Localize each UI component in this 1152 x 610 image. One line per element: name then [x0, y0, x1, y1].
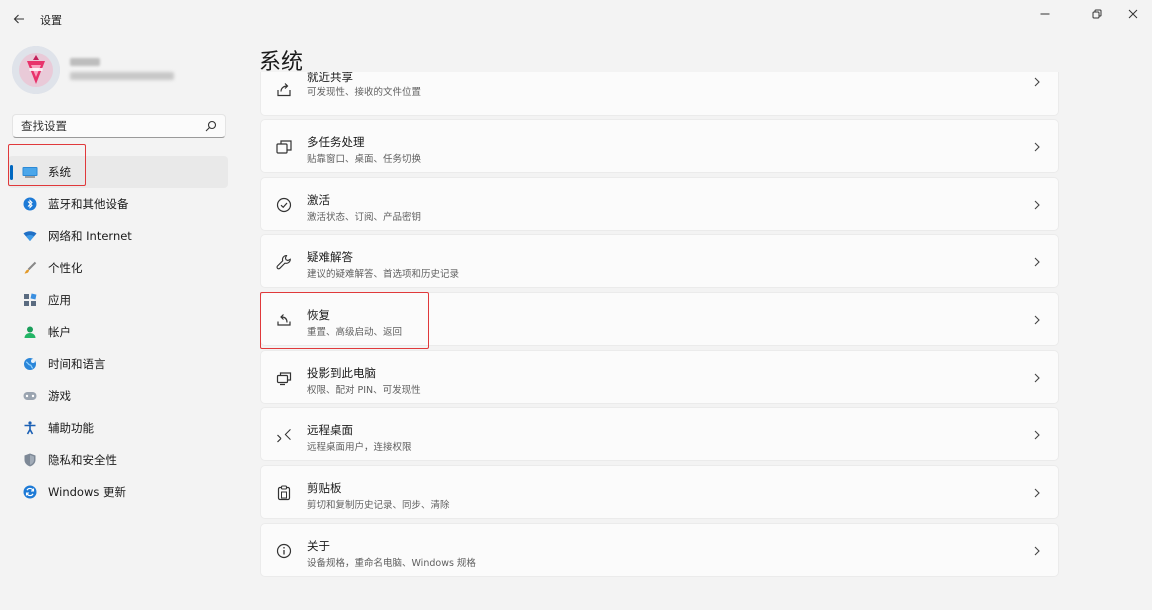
sidebar-item-label: 帐户 [48, 325, 71, 339]
sidebar-item-bluetooth[interactable]: 蓝牙和其他设备 [8, 188, 228, 220]
sidebar-item-personalization[interactable]: 个性化 [8, 252, 228, 284]
sidebar-item-accounts[interactable]: 帐户 [8, 316, 228, 348]
sidebar-item-label: 蓝牙和其他设备 [48, 197, 129, 211]
user-name-redacted [70, 58, 100, 66]
wifi-icon [22, 228, 38, 244]
card-troubleshoot[interactable]: 疑难解答 建议的疑难解答、首选项和历史记录 [260, 234, 1059, 288]
sidebar-item-label: 应用 [48, 293, 71, 307]
card-desc: 远程桌面用户，连接权限 [307, 442, 412, 453]
card-desc: 权限、配对 PIN、可发现性 [307, 385, 421, 396]
chevron-right-icon [1034, 546, 1040, 556]
chevron-right-icon [1034, 430, 1040, 440]
card-title: 剪贴板 [307, 481, 342, 495]
card-desc: 剪切和复制历史记录、同步、清除 [307, 500, 450, 511]
sidebar-item-network[interactable]: 网络和 Internet [8, 220, 228, 252]
update-icon [22, 484, 38, 500]
chevron-right-icon [1034, 77, 1040, 87]
recovery-icon [275, 311, 293, 329]
sidebar-item-label: 网络和 Internet [48, 229, 132, 243]
arrow-left-icon [13, 14, 24, 24]
card-desc: 重置、高级启动、返回 [307, 327, 403, 338]
search-icon [205, 120, 217, 132]
restore-icon [1092, 9, 1102, 19]
card-title: 恢复 [307, 308, 330, 322]
card-activation[interactable]: 激活 激活状态、订阅、产品密钥 [260, 177, 1059, 231]
bluetooth-icon [22, 196, 38, 212]
sidebar-item-system[interactable]: 系统 [8, 156, 228, 188]
check-circle-icon [275, 196, 293, 214]
chevron-right-icon [1034, 142, 1040, 152]
apps-icon [22, 292, 38, 308]
card-about[interactable]: 关于 设备规格，重命名电脑、Windows 规格 [260, 523, 1059, 577]
share-icon [275, 81, 293, 99]
back-button[interactable] [8, 8, 30, 30]
clipboard-icon [275, 484, 293, 502]
sidebar-item-accessibility[interactable]: 辅助功能 [8, 412, 228, 444]
info-icon [275, 542, 293, 560]
chevron-right-icon [1034, 373, 1040, 383]
chevron-right-icon [1034, 257, 1040, 267]
search-input[interactable] [21, 118, 201, 134]
title-bar: 设置 [0, 0, 1152, 38]
wrench-icon [275, 253, 293, 271]
user-profile[interactable] [12, 46, 232, 96]
card-desc: 可发现性、接收的文件位置 [307, 87, 422, 98]
sidebar-item-label: 时间和语言 [48, 357, 106, 371]
sidebar-item-label: 隐私和安全性 [48, 453, 117, 467]
search-box[interactable] [12, 114, 226, 138]
minimize-button[interactable] [1030, 4, 1060, 24]
card-remote-desktop[interactable]: 远程桌面 远程桌面用户，连接权限 [260, 407, 1059, 461]
sidebar-item-label: 系统 [48, 165, 71, 179]
app-title: 设置 [40, 14, 62, 27]
card-desc: 激活状态、订阅、产品密钥 [307, 212, 422, 223]
card-desc: 建议的疑难解答、首选项和历史记录 [307, 269, 460, 280]
sidebar-item-label: 个性化 [48, 261, 83, 275]
sidebar-item-label: 游戏 [48, 389, 71, 403]
system-icon [22, 164, 38, 180]
restore-button[interactable] [1082, 4, 1112, 24]
sidebar-item-time-language[interactable]: 时间和语言 [8, 348, 228, 380]
chevron-right-icon [1034, 200, 1040, 210]
chevron-right-icon [1034, 488, 1040, 498]
sidebar-item-apps[interactable]: 应用 [8, 284, 228, 316]
sidebar-item-windows-update[interactable]: Windows 更新 [8, 476, 228, 508]
card-clipboard[interactable]: 剪贴板 剪切和复制历史记录、同步、清除 [260, 465, 1059, 519]
sidebar-nav: 系统 蓝牙和其他设备 网络和 Internet 个性化 应用 帐户 时间和语言 … [8, 156, 228, 508]
brush-icon [22, 260, 38, 276]
account-icon [22, 324, 38, 340]
close-button[interactable] [1118, 4, 1148, 24]
sidebar-item-label: 辅助功能 [48, 421, 94, 435]
card-title: 远程桌面 [307, 423, 353, 437]
shield-icon [22, 452, 38, 468]
close-icon [1128, 9, 1138, 19]
card-title: 激活 [307, 193, 330, 207]
minimize-icon [1040, 13, 1050, 15]
card-desc: 贴靠窗口、桌面、任务切换 [307, 154, 422, 165]
card-recovery[interactable]: 恢复 重置、高级启动、返回 [260, 292, 1059, 346]
sidebar-item-privacy[interactable]: 隐私和安全性 [8, 444, 228, 476]
card-project-to-pc[interactable]: 投影到此电脑 权限、配对 PIN、可发现性 [260, 350, 1059, 404]
sidebar-item-label: Windows 更新 [48, 485, 126, 499]
avatar-logo-icon [12, 46, 60, 94]
settings-list: 就近共享 可发现性、接收的文件位置 多任务处理 贴靠窗口、桌面、任务切换 激活 … [260, 72, 1059, 582]
card-title: 疑难解答 [307, 250, 353, 264]
card-title: 关于 [307, 539, 330, 553]
remote-desktop-icon [275, 426, 293, 444]
card-nearby-sharing[interactable]: 就近共享 可发现性、接收的文件位置 [260, 72, 1059, 116]
multitask-icon [275, 138, 293, 156]
user-email-redacted [70, 72, 174, 80]
card-title: 多任务处理 [307, 135, 365, 149]
chevron-right-icon [1034, 315, 1040, 325]
card-desc: 设备规格，重命名电脑、Windows 规格 [307, 558, 476, 569]
avatar [12, 46, 60, 94]
sidebar-item-gaming[interactable]: 游戏 [8, 380, 228, 412]
gamepad-icon [22, 388, 38, 404]
clock-globe-icon [22, 356, 38, 372]
card-title: 投影到此电脑 [307, 366, 376, 380]
card-multitasking[interactable]: 多任务处理 贴靠窗口、桌面、任务切换 [260, 119, 1059, 173]
accessibility-icon [22, 420, 38, 436]
project-icon [275, 369, 293, 387]
